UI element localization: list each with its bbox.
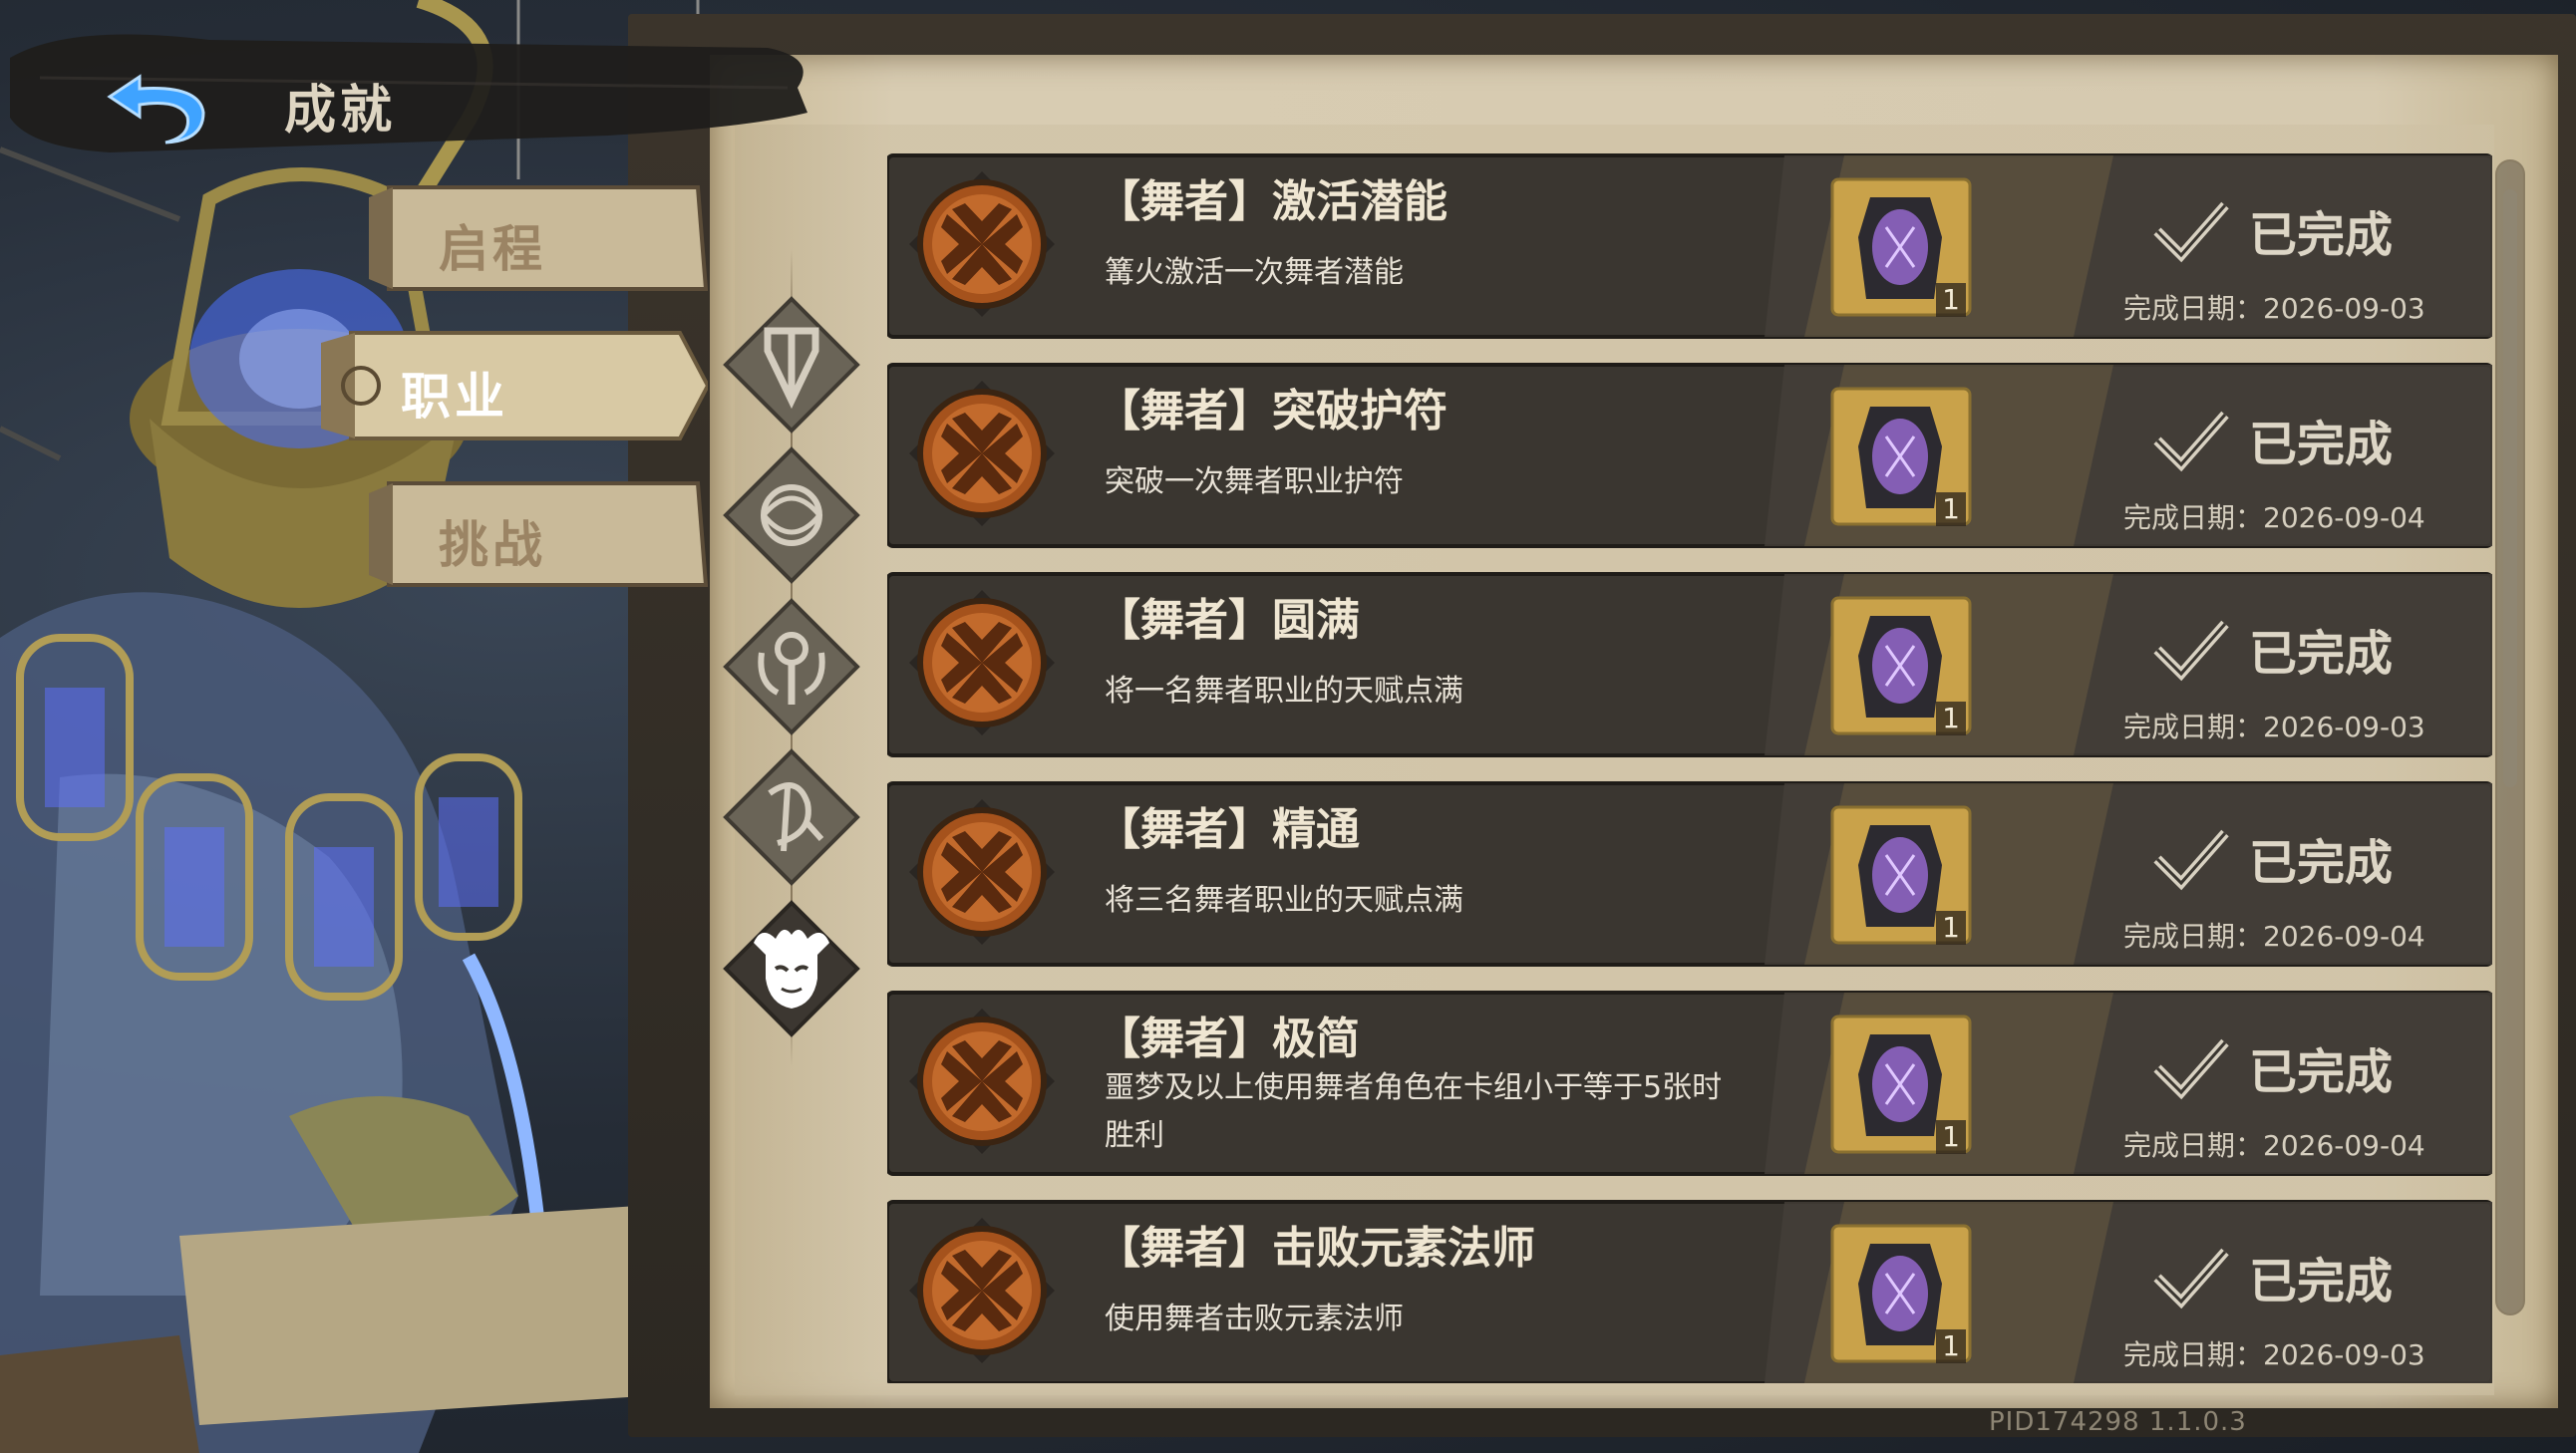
ornate-knot-icon [723, 446, 860, 584]
achievement-row: 【舞者】精通 将三名舞者职业的天赋点满 1 已完成 完成日期：2026-09-0… [887, 779, 2492, 969]
jester-mask-icon [723, 900, 860, 1037]
achievement-row: 【舞者】极简 噩梦及以上使用舞者角色在卡组小于等于5张时胜利 1 已完成 完成日… [887, 989, 2492, 1178]
tab-label: 挑战 [439, 515, 546, 574]
achievement-row: 【舞者】激活潜能 篝火激活一次舞者潜能 1 已完成 完成日期：2026-09-0… [887, 151, 2492, 341]
reward-item[interactable]: 1 [1830, 1015, 1972, 1154]
checkmark-icon [2153, 411, 2229, 472]
checkmark-icon [2153, 201, 2229, 263]
warrior-crest-icon [723, 296, 860, 434]
class-icon-arcane[interactable] [718, 593, 865, 740]
tab-plate-selected [321, 331, 708, 440]
bronze-medal-icon [909, 381, 1055, 526]
achievement-title: 【舞者】激活潜能 [1097, 176, 1448, 227]
achievement-description: 将一名舞者职业的天赋点满 [1105, 674, 1463, 709]
completion-date: 完成日期：2026-09-04 [2123, 920, 2425, 953]
header-bar: 成就 [0, 10, 827, 159]
achievement-row: 【舞者】圆满 将一名舞者职业的天赋点满 1 已完成 完成日期：2026-09-0… [887, 570, 2492, 759]
list-scrollbar[interactable] [2495, 159, 2525, 1315]
scrollbar-thumb[interactable] [2503, 189, 2517, 787]
arcane-key-icon [723, 598, 860, 735]
reward-count: 1 [1936, 702, 1966, 735]
achievement-title: 【舞者】极简 [1097, 1014, 1360, 1064]
tab-zhiye[interactable]: 职业 [321, 327, 708, 444]
achievement-description: 将三名舞者职业的天赋点满 [1105, 883, 1463, 918]
achievement-list[interactable]: 【舞者】激活潜能 篝火激活一次舞者潜能 1 已完成 完成日期：2026-09-0… [887, 151, 2492, 1383]
achievement-description: 噩梦及以上使用舞者角色在卡组小于等于5张时胜利 [1105, 1070, 1723, 1153]
checkmark-icon [2153, 620, 2229, 682]
tab-label: 职业 [401, 367, 508, 426]
reward-item[interactable]: 1 [1830, 387, 1972, 526]
bronze-medal-icon [909, 1218, 1055, 1363]
completion-date: 完成日期：2026-09-03 [2123, 711, 2425, 743]
completed-label: 已完成 [2249, 1044, 2394, 1100]
achievement-row: 【舞者】击败元素法师 使用舞者击败元素法师 1 已完成 完成日期：2026-09… [887, 1198, 2492, 1383]
page-title: 成就 [284, 80, 397, 141]
tab-tiaozhan[interactable]: 挑战 [369, 475, 708, 593]
reward-count: 1 [1936, 283, 1966, 317]
completed-label: 已完成 [2249, 417, 2394, 472]
checkmark-icon [2153, 1248, 2229, 1309]
achievement-description: 突破一次舞者职业护符 [1105, 464, 1404, 499]
class-icon-dancer[interactable] [718, 895, 865, 1042]
tab-qicheng[interactable]: 启程 [369, 179, 708, 297]
bronze-medal-icon [909, 171, 1055, 317]
version-label: PID174298 1.1.0.3 [1989, 1407, 2247, 1437]
reward-count: 1 [1936, 1120, 1966, 1154]
rune-sigil-icon [723, 748, 860, 886]
achievement-title: 【舞者】圆满 [1097, 595, 1360, 646]
bronze-medal-icon [909, 590, 1055, 735]
reward-count: 1 [1936, 492, 1966, 526]
reward-item[interactable]: 1 [1830, 1224, 1972, 1363]
back-button[interactable] [100, 55, 209, 149]
completed-label: 已完成 [2249, 207, 2394, 263]
completion-date: 完成日期：2026-09-03 [2123, 1338, 2425, 1371]
completion-date: 完成日期：2026-09-04 [2123, 1129, 2425, 1162]
achievement-description: 篝火激活一次舞者潜能 [1105, 255, 1404, 290]
completed-label: 已完成 [2249, 626, 2394, 682]
reward-count: 1 [1936, 1329, 1966, 1363]
completed-label: 已完成 [2249, 835, 2394, 891]
reward-item[interactable]: 1 [1830, 177, 1972, 317]
bronze-medal-icon [909, 1009, 1055, 1154]
tab-label: 启程 [439, 219, 546, 278]
completion-date: 完成日期：2026-09-03 [2123, 292, 2425, 325]
reward-count: 1 [1936, 911, 1966, 945]
achievement-row: 【舞者】突破护符 突破一次舞者职业护符 1 已完成 完成日期：2026-09-0… [887, 361, 2492, 550]
reward-item[interactable]: 1 [1830, 805, 1972, 945]
reward-item[interactable]: 1 [1830, 596, 1972, 735]
achievement-title: 【舞者】精通 [1097, 804, 1360, 855]
achievement-title: 【舞者】突破护符 [1097, 386, 1448, 436]
completion-date: 完成日期：2026-09-04 [2123, 501, 2425, 534]
checkmark-icon [2153, 829, 2229, 891]
checkmark-icon [2153, 1038, 2229, 1100]
achievement-title: 【舞者】击败元素法师 [1097, 1223, 1535, 1274]
class-icon-rune[interactable] [718, 743, 865, 891]
class-icon-ornate[interactable] [718, 441, 865, 589]
class-icon-warrior[interactable] [718, 291, 865, 438]
bronze-medal-icon [909, 799, 1055, 945]
completed-label: 已完成 [2249, 1254, 2394, 1309]
achievement-description: 使用舞者击败元素法师 [1105, 1302, 1404, 1336]
back-arrow-icon [107, 74, 205, 145]
